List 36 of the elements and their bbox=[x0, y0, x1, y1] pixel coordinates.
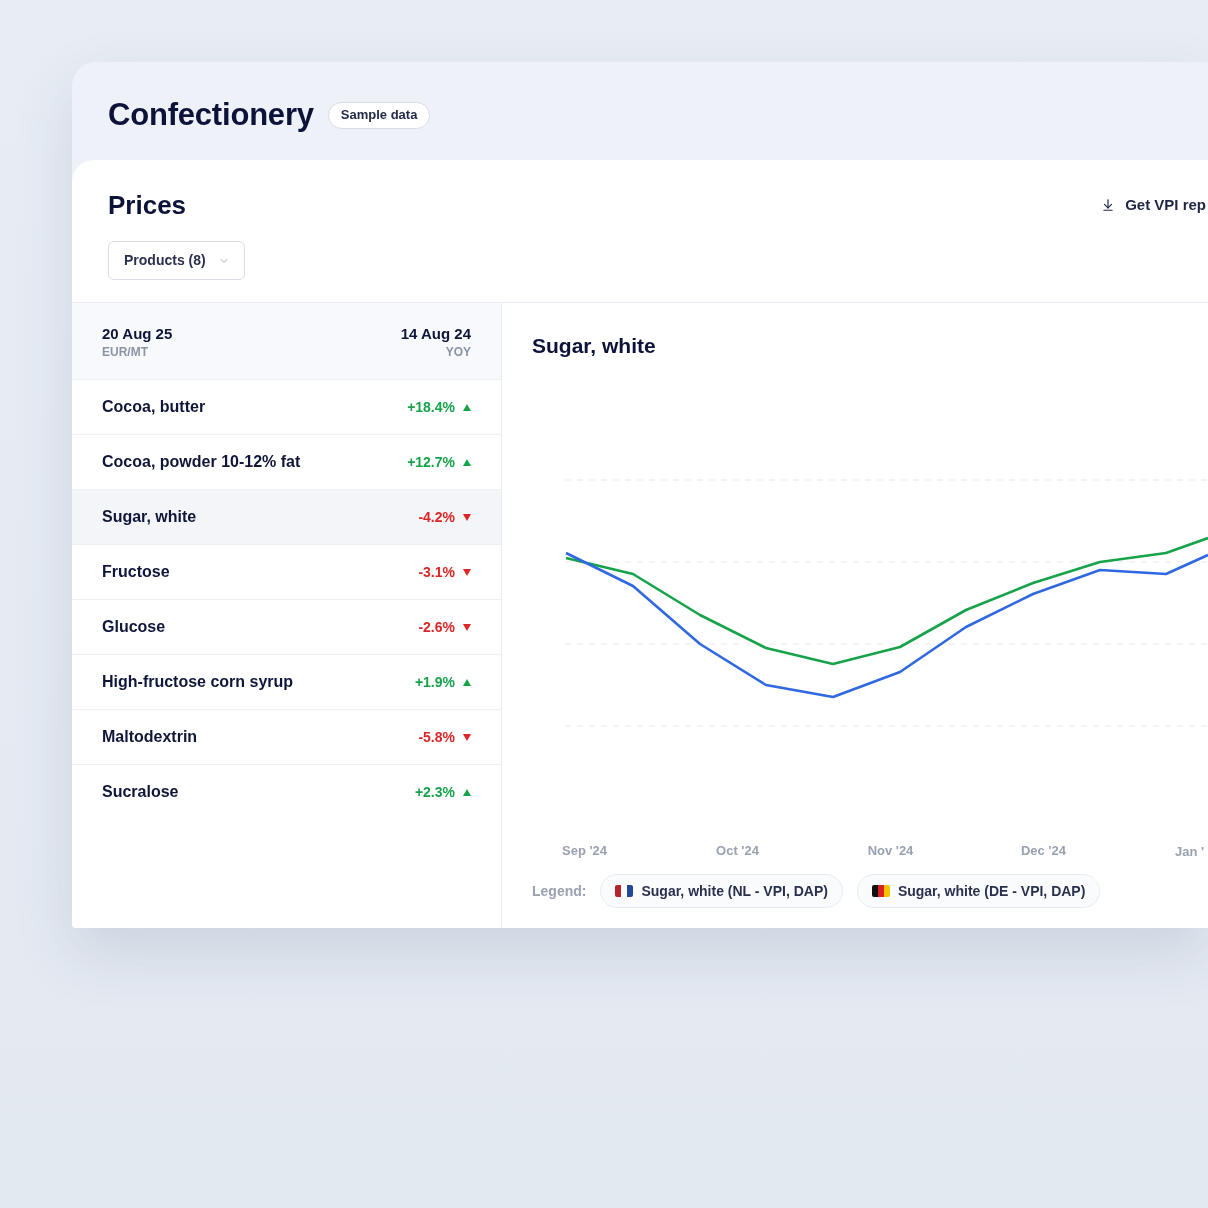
legend-chip[interactable]: Sugar, white (NL - VPI, DAP) bbox=[600, 874, 843, 908]
axis-label: Sep '24 bbox=[562, 842, 607, 861]
date-label: 20 Aug 25 bbox=[102, 325, 173, 343]
price-change: +1.9% bbox=[414, 672, 455, 692]
price-change: -3.1% bbox=[418, 562, 455, 582]
price-change: +18.4% bbox=[407, 397, 455, 417]
product-name: Maltodextrin bbox=[102, 727, 198, 747]
page-title: Confectionery bbox=[108, 96, 314, 134]
product-name: Fructose bbox=[102, 562, 170, 582]
price-change: -5.8% bbox=[418, 727, 455, 747]
product-name: Cocoa, powder 10-12% fat bbox=[102, 452, 301, 472]
axis-label: Jan ' bbox=[1175, 844, 1205, 859]
compare-date-label: 14 Aug 24 bbox=[400, 325, 471, 343]
price-change: -2.6% bbox=[418, 617, 455, 637]
product-name: Sugar, white bbox=[102, 507, 197, 527]
product-name: Cocoa, butter bbox=[102, 397, 206, 417]
price-change: -4.2% bbox=[418, 507, 455, 527]
products-dropdown[interactable]: Products (8) bbox=[108, 241, 245, 280]
axis-label: Dec '24 bbox=[1021, 842, 1066, 861]
product-name: High-fructose corn syrup bbox=[102, 672, 294, 692]
axis-label: Nov '24 bbox=[867, 842, 914, 861]
axis-label: Oct '24 bbox=[716, 842, 759, 861]
yoy-label: YOY bbox=[445, 344, 471, 361]
report-download-button[interactable]: Get VPI rep bbox=[1101, 193, 1208, 217]
price-change: +12.7% bbox=[407, 452, 455, 472]
price-change: +2.3% bbox=[414, 782, 455, 802]
unit-label: EUR/MT bbox=[102, 344, 149, 361]
product-name: Glucose bbox=[102, 617, 166, 637]
product-name: Sucralose bbox=[102, 782, 179, 802]
section-title: Prices bbox=[108, 190, 187, 220]
chart-title: Sugar, white bbox=[532, 333, 656, 359]
legend-chip[interactable]: Sugar, white (DE - VPI, DAP) bbox=[856, 874, 1101, 908]
sample-data-badge: Sample data bbox=[327, 101, 431, 129]
download-icon bbox=[1101, 198, 1116, 212]
product-row[interactable]: Sugar, white -4.2% bbox=[72, 489, 501, 544]
legend-label: Legend: bbox=[532, 881, 587, 901]
